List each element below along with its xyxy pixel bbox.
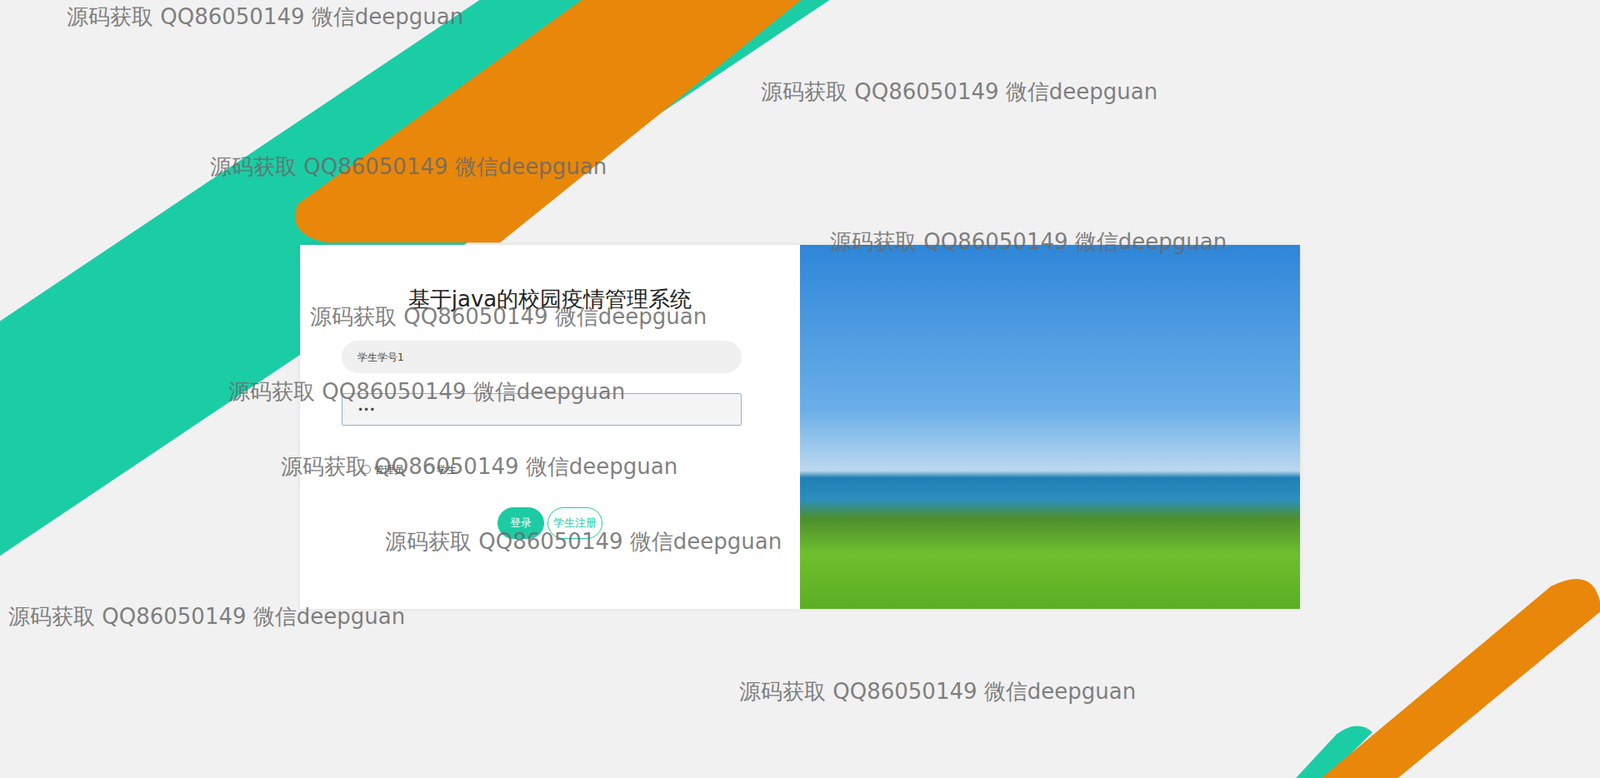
watermark: 源码获取 QQ86050149 微信deepguan — [210, 153, 607, 182]
role-option[interactable]: 学生 — [424, 462, 457, 478]
login-form: 基于java的校园疫情管理系统 管理员 学生 登录学生注册 — [300, 245, 800, 610]
watermark: 源码获取 QQ86050149 微信deepguan — [739, 678, 1136, 707]
watermark: 源码获取 QQ86050149 微信deepguan — [760, 78, 1158, 107]
login-card: 基于java的校园疫情管理系统 管理员 学生 登录学生注册 — [300, 245, 1300, 610]
role-label: 管理员 — [374, 464, 405, 476]
login-button[interactable]: 登录 — [497, 507, 545, 540]
landscape-photo — [800, 245, 1300, 610]
role-radio[interactable] — [361, 465, 371, 475]
register-button[interactable]: 学生注册 — [547, 507, 603, 540]
role-option[interactable]: 管理员 — [361, 462, 405, 478]
button-row: 登录学生注册 — [341, 507, 759, 540]
username-field[interactable] — [341, 340, 742, 374]
password-field[interactable] — [341, 393, 742, 426]
role-group: 管理员 学生 — [341, 462, 759, 478]
page-title: 基于java的校园疫情管理系统 — [341, 286, 759, 313]
watermark: 源码获取 QQ86050149 微信deepguan — [66, 3, 464, 32]
role-radio[interactable] — [424, 465, 434, 475]
role-label: 学生 — [436, 464, 457, 476]
